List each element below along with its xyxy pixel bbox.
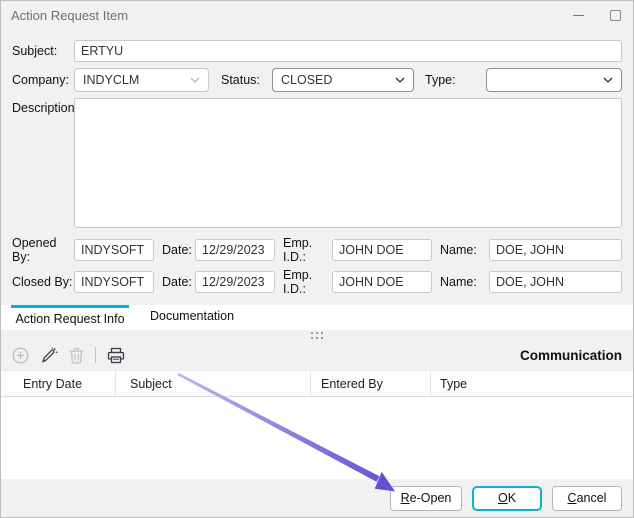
reopen-button[interactable]: Re-Open bbox=[390, 486, 462, 511]
delete-button[interactable] bbox=[69, 347, 84, 364]
toolbar-separator bbox=[95, 347, 96, 363]
opened-by-row: Opened By: Date: Emp. I.D.: Name: bbox=[12, 236, 622, 264]
dialog-button-bar: Re-Open OK Cancel bbox=[1, 479, 633, 517]
description-label: Description: bbox=[12, 98, 74, 115]
titlebar: Action Request Item bbox=[1, 1, 633, 29]
type-label: Type: bbox=[423, 73, 486, 87]
column-header-entry-date[interactable]: Entry Date bbox=[1, 371, 116, 396]
company-value: INDYCLM bbox=[83, 73, 139, 87]
print-icon bbox=[107, 347, 125, 364]
company-status-type-row: Company: INDYCLM Status: CLOSED Type: bbox=[12, 68, 622, 92]
opened-name-label: Name: bbox=[440, 243, 489, 257]
opened-date-label: Date: bbox=[162, 243, 195, 257]
ok-button[interactable]: OK bbox=[472, 486, 542, 511]
closed-date-input[interactable] bbox=[195, 271, 275, 293]
closed-by-input[interactable] bbox=[74, 271, 154, 293]
closed-by-label: Closed By: bbox=[12, 275, 74, 289]
edit-icon bbox=[40, 347, 58, 364]
type-dropdown[interactable] bbox=[486, 68, 622, 92]
communication-table-header: Entry Date Subject Entered By Type bbox=[1, 370, 633, 397]
closed-name-input[interactable] bbox=[489, 271, 622, 293]
subject-input[interactable] bbox=[74, 40, 622, 62]
closed-by-row: Closed By: Date: Emp. I.D.: Name: bbox=[12, 268, 622, 296]
closed-emp-id-label: Emp. I.D.: bbox=[283, 268, 332, 296]
opened-by-input[interactable] bbox=[74, 239, 154, 261]
add-icon bbox=[12, 347, 29, 364]
print-button[interactable] bbox=[107, 347, 125, 364]
opened-emp-id-label: Emp. I.D.: bbox=[283, 236, 332, 264]
opened-emp-id-input[interactable] bbox=[332, 239, 432, 261]
description-row: Description: bbox=[12, 98, 622, 228]
column-header-subject[interactable]: Subject bbox=[116, 371, 311, 396]
column-header-type[interactable]: Type bbox=[431, 371, 633, 396]
status-dropdown[interactable]: CLOSED bbox=[272, 68, 414, 92]
splitter[interactable] bbox=[1, 330, 633, 340]
form-area: Subject: Company: INDYCLM Status: CLOSED… bbox=[1, 29, 633, 296]
edit-button[interactable] bbox=[40, 347, 58, 364]
communication-toolbar: Communication bbox=[1, 340, 633, 370]
opened-name-input[interactable] bbox=[489, 239, 622, 261]
communication-section-title: Communication bbox=[520, 348, 622, 363]
chevron-down-icon bbox=[603, 77, 613, 83]
closed-emp-id-input[interactable] bbox=[332, 271, 432, 293]
tab-action-request-info[interactable]: Action Request Info bbox=[11, 305, 129, 330]
description-textarea[interactable] bbox=[74, 98, 622, 228]
cancel-button[interactable]: Cancel bbox=[552, 486, 622, 511]
communication-table-body[interactable] bbox=[1, 397, 633, 479]
company-dropdown[interactable]: INDYCLM bbox=[74, 68, 209, 92]
chevron-down-icon bbox=[190, 77, 200, 83]
window-title: Action Request Item bbox=[11, 8, 128, 23]
opened-date-input[interactable] bbox=[195, 239, 275, 261]
tab-strip: Action Request Info Documentation bbox=[1, 305, 633, 330]
column-header-entered-by[interactable]: Entered By bbox=[311, 371, 431, 396]
subject-row: Subject: bbox=[12, 40, 622, 62]
closed-name-label: Name: bbox=[440, 275, 489, 289]
subject-label: Subject: bbox=[12, 44, 74, 58]
communication-panel: Communication Entry Date Subject Entered… bbox=[1, 330, 633, 517]
status-value: CLOSED bbox=[281, 73, 332, 87]
splitter-grip-icon bbox=[311, 332, 323, 339]
company-label: Company: bbox=[12, 73, 74, 87]
add-button[interactable] bbox=[12, 347, 29, 364]
chevron-down-icon bbox=[395, 77, 405, 83]
status-label: Status: bbox=[217, 73, 272, 87]
tab-documentation[interactable]: Documentation bbox=[144, 305, 240, 330]
delete-icon bbox=[69, 347, 84, 364]
maximize-icon[interactable] bbox=[610, 10, 621, 21]
opened-by-label: Opened By: bbox=[12, 236, 74, 264]
closed-date-label: Date: bbox=[162, 275, 195, 289]
minimize-icon[interactable] bbox=[573, 15, 584, 16]
action-request-item-dialog: Action Request Item Subject: Company: IN… bbox=[0, 0, 634, 518]
